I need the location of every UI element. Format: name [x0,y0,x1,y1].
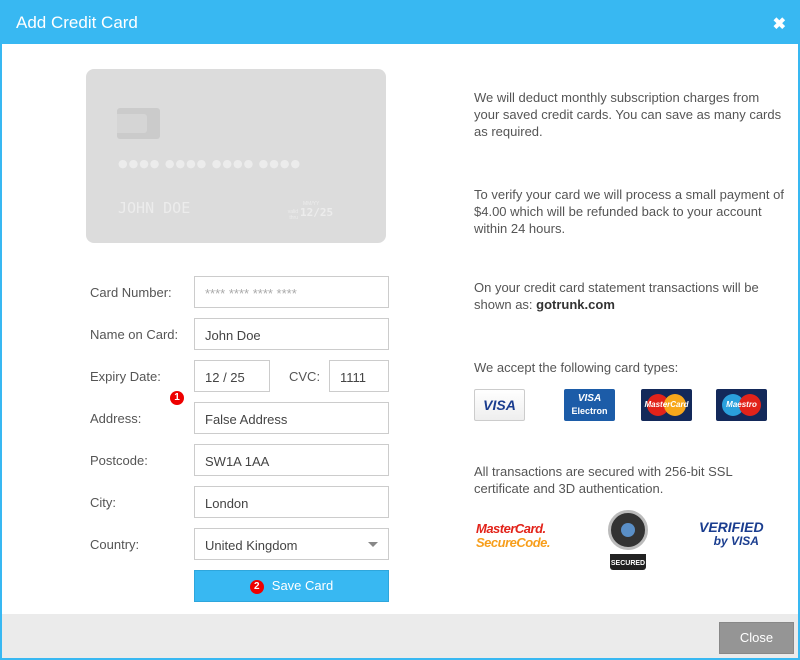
expiry-date-input[interactable]: 12 / 25 [194,360,270,392]
secured-seal-icon: SECURED [606,510,650,572]
verified-by-visa-logo-icon: VERIFIED by VISA [699,519,764,548]
card-preview: ●●●● ●●●● ●●●● ●●●● JOHN DOE MM/YY valid… [86,69,386,243]
close-button[interactable]: Close [719,622,794,654]
info-statement-text: On your credit card statement transactio… [474,280,759,312]
visa-logo-icon: VISA [474,389,525,421]
address-input[interactable]: False Address [194,402,389,434]
expiry-date-label: Expiry Date: [90,369,161,384]
visa-electron-logo-icon: VISA Electron [564,389,615,421]
cvc-input[interactable]: 1111 [329,360,389,392]
chip-icon [117,108,160,139]
postcode-input[interactable]: SW1A 1AA [194,444,389,476]
country-select[interactable]: United Kingdom [194,528,389,560]
marker-badge-1: 1 [170,391,184,405]
card-valid-label: valid thru [287,209,298,221]
card-number-mask: ●●●● ●●●● ●●●● ●●●● [118,157,302,170]
dialog-title: Add Credit Card [16,13,138,32]
info-statement: On your credit card statement transactio… [474,279,784,313]
card-holder-name: JOHN DOE [118,199,191,217]
statement-domain: gotrunk.com [536,297,615,312]
name-on-card-label: Name on Card: [90,327,179,342]
save-card-label: Save Card [271,578,334,593]
name-on-card-input[interactable]: John Doe [194,318,389,350]
country-select-value: United Kingdom [205,538,298,553]
city-label: City: [90,495,116,510]
card-number-label: Card Number: [90,285,172,300]
chevron-down-icon [368,542,378,547]
mastercard-securecode-logo-icon: MasterCard. SecureCode. [476,521,550,550]
dialog-titlebar: Add Credit Card ✖ [2,2,798,44]
marker-badge-2: 2 [249,580,264,594]
save-card-button[interactable]: 2 Save Card [194,570,389,602]
cvc-label: CVC: [289,369,321,384]
city-input[interactable]: London [194,486,389,518]
info-verification: To verify your card we will process a sm… [474,187,784,236]
card-expiry: 12/25 [300,206,334,219]
card-number-input[interactable]: **** **** **** **** [194,276,389,308]
country-label: Country: [90,537,140,552]
maestro-logo-icon: Maestro [716,389,767,421]
close-icon[interactable]: ✖ [773,14,786,34]
info-security: All transactions are secured with 256-bi… [474,464,733,496]
postcode-label: Postcode: [90,453,148,468]
address-label: Address: [90,411,142,426]
mastercard-logo-icon: MasterCard [641,389,692,421]
add-credit-card-dialog: Add Credit Card ✖ ●●●● ●●●● ●●●● ●●●● JO… [0,0,800,660]
dialog-footer: Close [2,614,798,658]
info-subscription: We will deduct monthly subscription char… [474,90,782,139]
info-card-types: We accept the following card types: [474,360,679,375]
